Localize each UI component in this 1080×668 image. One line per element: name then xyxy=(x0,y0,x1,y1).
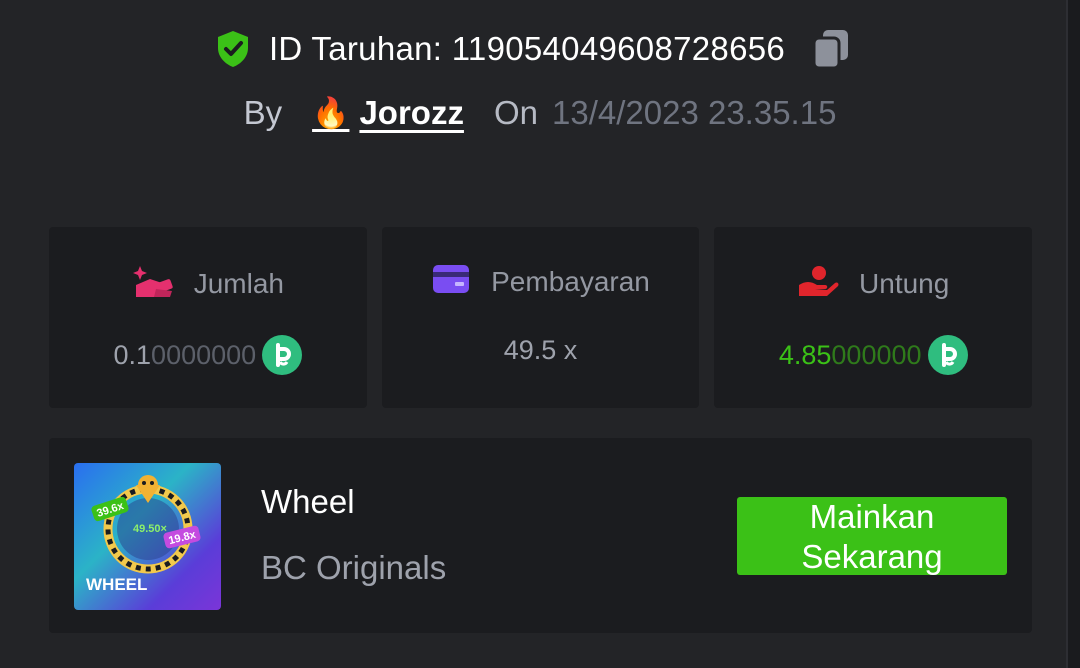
payout-label: Pembayaran xyxy=(491,265,650,297)
bet-id-text: ID Taruhan: 119054049608728656 xyxy=(268,30,786,67)
by-label: By xyxy=(243,94,283,131)
on-label: On xyxy=(493,94,538,131)
amount-value: 0.10000000 xyxy=(49,335,367,375)
bc-coin-icon xyxy=(927,335,968,375)
bet-timestamp: 13/4/2023 23.35.15 xyxy=(551,94,837,131)
bc-coin-icon xyxy=(262,335,303,375)
thumb-mult-center: 49.50× xyxy=(133,523,167,535)
game-provider: BC Originals xyxy=(261,549,447,586)
profit-value-main: 4.85 xyxy=(778,339,832,370)
game-card: 39.6x 49.50× 19.8x WHEEL Wheel BC Origin… xyxy=(49,438,1032,633)
bet-stats: Jumlah 0.10000000 Pembayaran 49.5 x Untu… xyxy=(49,227,1033,408)
payout-card: Pembayaran 49.5 x xyxy=(381,227,700,408)
username-link[interactable]: 🔥 Jorozz xyxy=(312,94,464,132)
bet-meta-row: By 🔥 Jorozz On 13/4/2023 23.35.15 xyxy=(0,88,1080,138)
thumb-label: WHEEL xyxy=(86,575,147,594)
bet-id-row: ID Taruhan: 119054049608728656 xyxy=(0,22,1066,76)
profit-value-dim: 000000 xyxy=(831,339,922,370)
bet-amount-icon xyxy=(132,263,174,304)
game-title[interactable]: Wheel xyxy=(261,483,355,521)
amount-value-main: 0.1 xyxy=(113,339,152,370)
amount-label: Jumlah xyxy=(193,267,284,299)
play-now-button[interactable]: Mainkan Sekarang xyxy=(737,497,1007,575)
copy-icon[interactable] xyxy=(811,27,851,71)
shield-check-icon xyxy=(215,29,251,69)
payout-value: 49.5 x xyxy=(503,335,578,365)
fire-icon: 🔥 xyxy=(312,96,350,130)
amount-card: Jumlah 0.10000000 xyxy=(49,227,367,408)
profit-value: 4.85000000 xyxy=(714,335,1032,375)
game-thumbnail[interactable]: 39.6x 49.50× 19.8x WHEEL xyxy=(74,463,221,610)
amount-value-dim: 0000000 xyxy=(151,339,257,370)
wallet-card-icon xyxy=(431,263,471,300)
hand-coin-icon xyxy=(797,263,839,304)
username-text: Jorozz xyxy=(359,94,464,131)
profit-label: Untung xyxy=(859,267,950,299)
profit-card: Untung 4.85000000 xyxy=(714,227,1033,408)
